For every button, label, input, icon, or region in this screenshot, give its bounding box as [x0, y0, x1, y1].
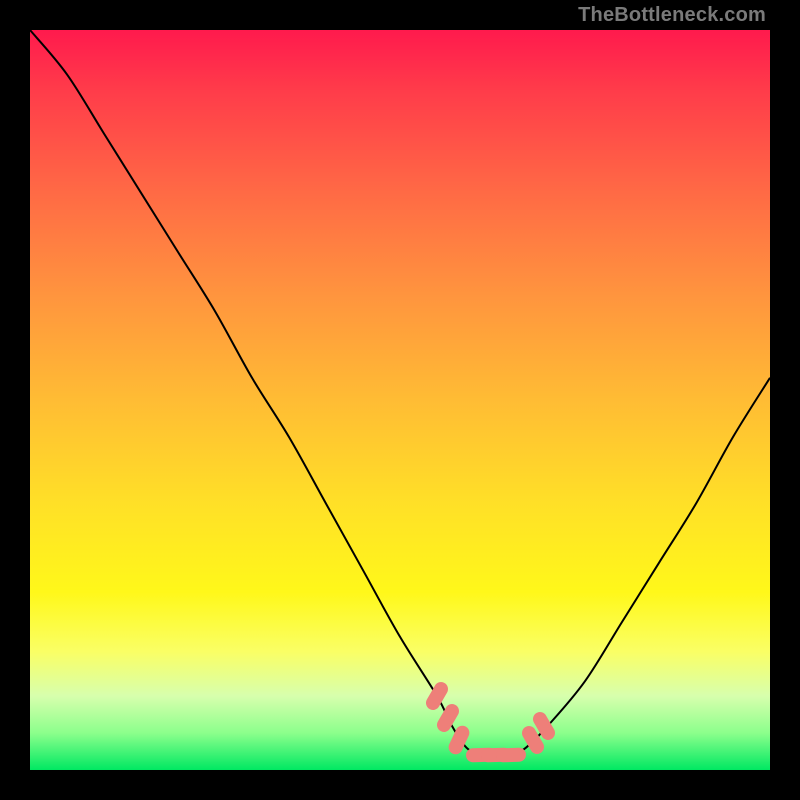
chart-frame: TheBottleneck.com	[0, 0, 800, 800]
gradient-plot-area	[30, 30, 770, 770]
curve-svg	[30, 30, 770, 770]
watermark-text: TheBottleneck.com	[578, 4, 766, 27]
bottleneck-curve	[30, 30, 770, 756]
curve-marker	[496, 748, 526, 763]
